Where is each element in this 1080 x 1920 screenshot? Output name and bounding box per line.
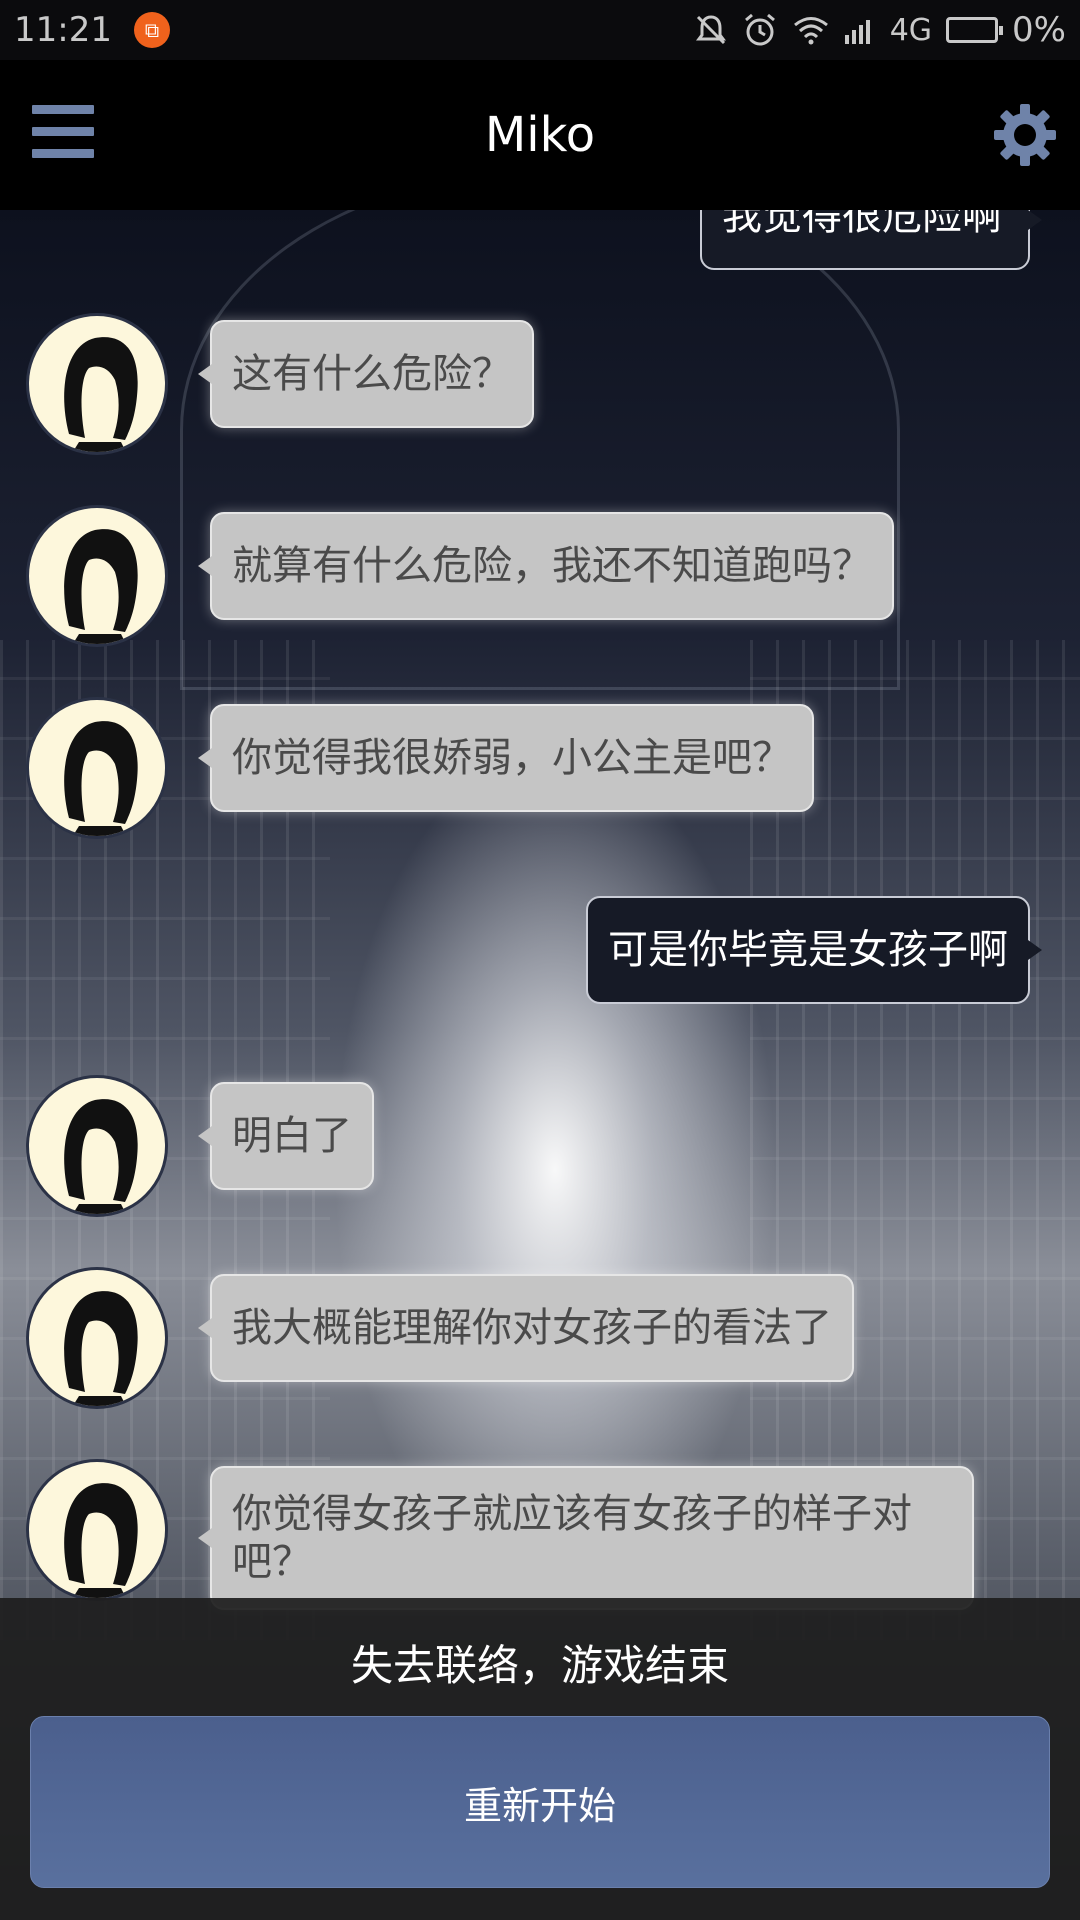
network-type: 4G (889, 12, 933, 48)
girl-silhouette-icon (64, 1099, 138, 1214)
message-in: 我大概能理解你对女孩子的看法了 (198, 1274, 854, 1382)
message-in: 你觉得我很娇弱，小公主是吧？ (198, 704, 814, 812)
message-text: 可是你毕竟是女孩子啊 (608, 927, 1008, 973)
message-text: 我大概能理解你对女孩子的看法了 (232, 1305, 832, 1351)
message-in: 你觉得女孩子就应该有女孩子的样子对吧？ (198, 1466, 974, 1610)
message-text: 明白了 (232, 1113, 352, 1159)
restart-button[interactable]: 重新开始 (30, 1716, 1050, 1888)
girl-silhouette-icon (64, 529, 138, 644)
girl-silhouette-icon (64, 1291, 138, 1406)
girl-silhouette-icon (64, 337, 138, 452)
girl-silhouette-icon (64, 721, 138, 836)
message-text: 我觉得很危险啊 (722, 210, 1002, 239)
miko-avatar (26, 1075, 168, 1217)
message-out: 我觉得很危险啊 (700, 210, 1042, 270)
message-in: 这有什么危险？ (198, 320, 534, 428)
girl-silhouette-icon (64, 1483, 138, 1598)
status-time: 11:21 (14, 10, 112, 50)
message-text: 你觉得我很娇弱，小公主是吧？ (232, 735, 792, 781)
miko-avatar (26, 1267, 168, 1409)
app-badge-icon: ⧉ (133, 12, 170, 48)
message-out: 可是你毕竟是女孩子啊 (586, 896, 1042, 1004)
message-text: 这有什么危险？ (232, 351, 512, 397)
message-text: 你觉得女孩子就应该有女孩子的样子对吧？ (232, 1491, 912, 1585)
battery-icon (946, 17, 1004, 43)
alarm-icon (744, 13, 775, 46)
miko-avatar (26, 313, 168, 455)
message-in: 明白了 (198, 1082, 374, 1190)
wifi-icon (793, 17, 828, 45)
message-in: 就算有什么危险，我还不知道跑吗？ (198, 512, 894, 620)
hamburger-menu-icon[interactable] (32, 105, 94, 167)
message-text: 就算有什么危险，我还不知道跑吗？ (232, 543, 872, 589)
bell-off-icon (695, 15, 726, 45)
miko-avatar (26, 1459, 168, 1601)
miko-avatar (26, 697, 168, 839)
page-title: Miko (484, 107, 596, 163)
game-over-text: 失去联络，游戏结束 (350, 1641, 729, 1690)
status-icons: 4G 0% (694, 10, 1066, 50)
gear-icon[interactable] (992, 102, 1058, 168)
app-bar: Miko (0, 60, 1080, 210)
miko-avatar (26, 505, 168, 647)
status-bar: 11:21 ⧉ 4G 0% (0, 0, 1080, 60)
signal-icon (844, 20, 870, 44)
battery-level: 0% (1012, 10, 1066, 50)
